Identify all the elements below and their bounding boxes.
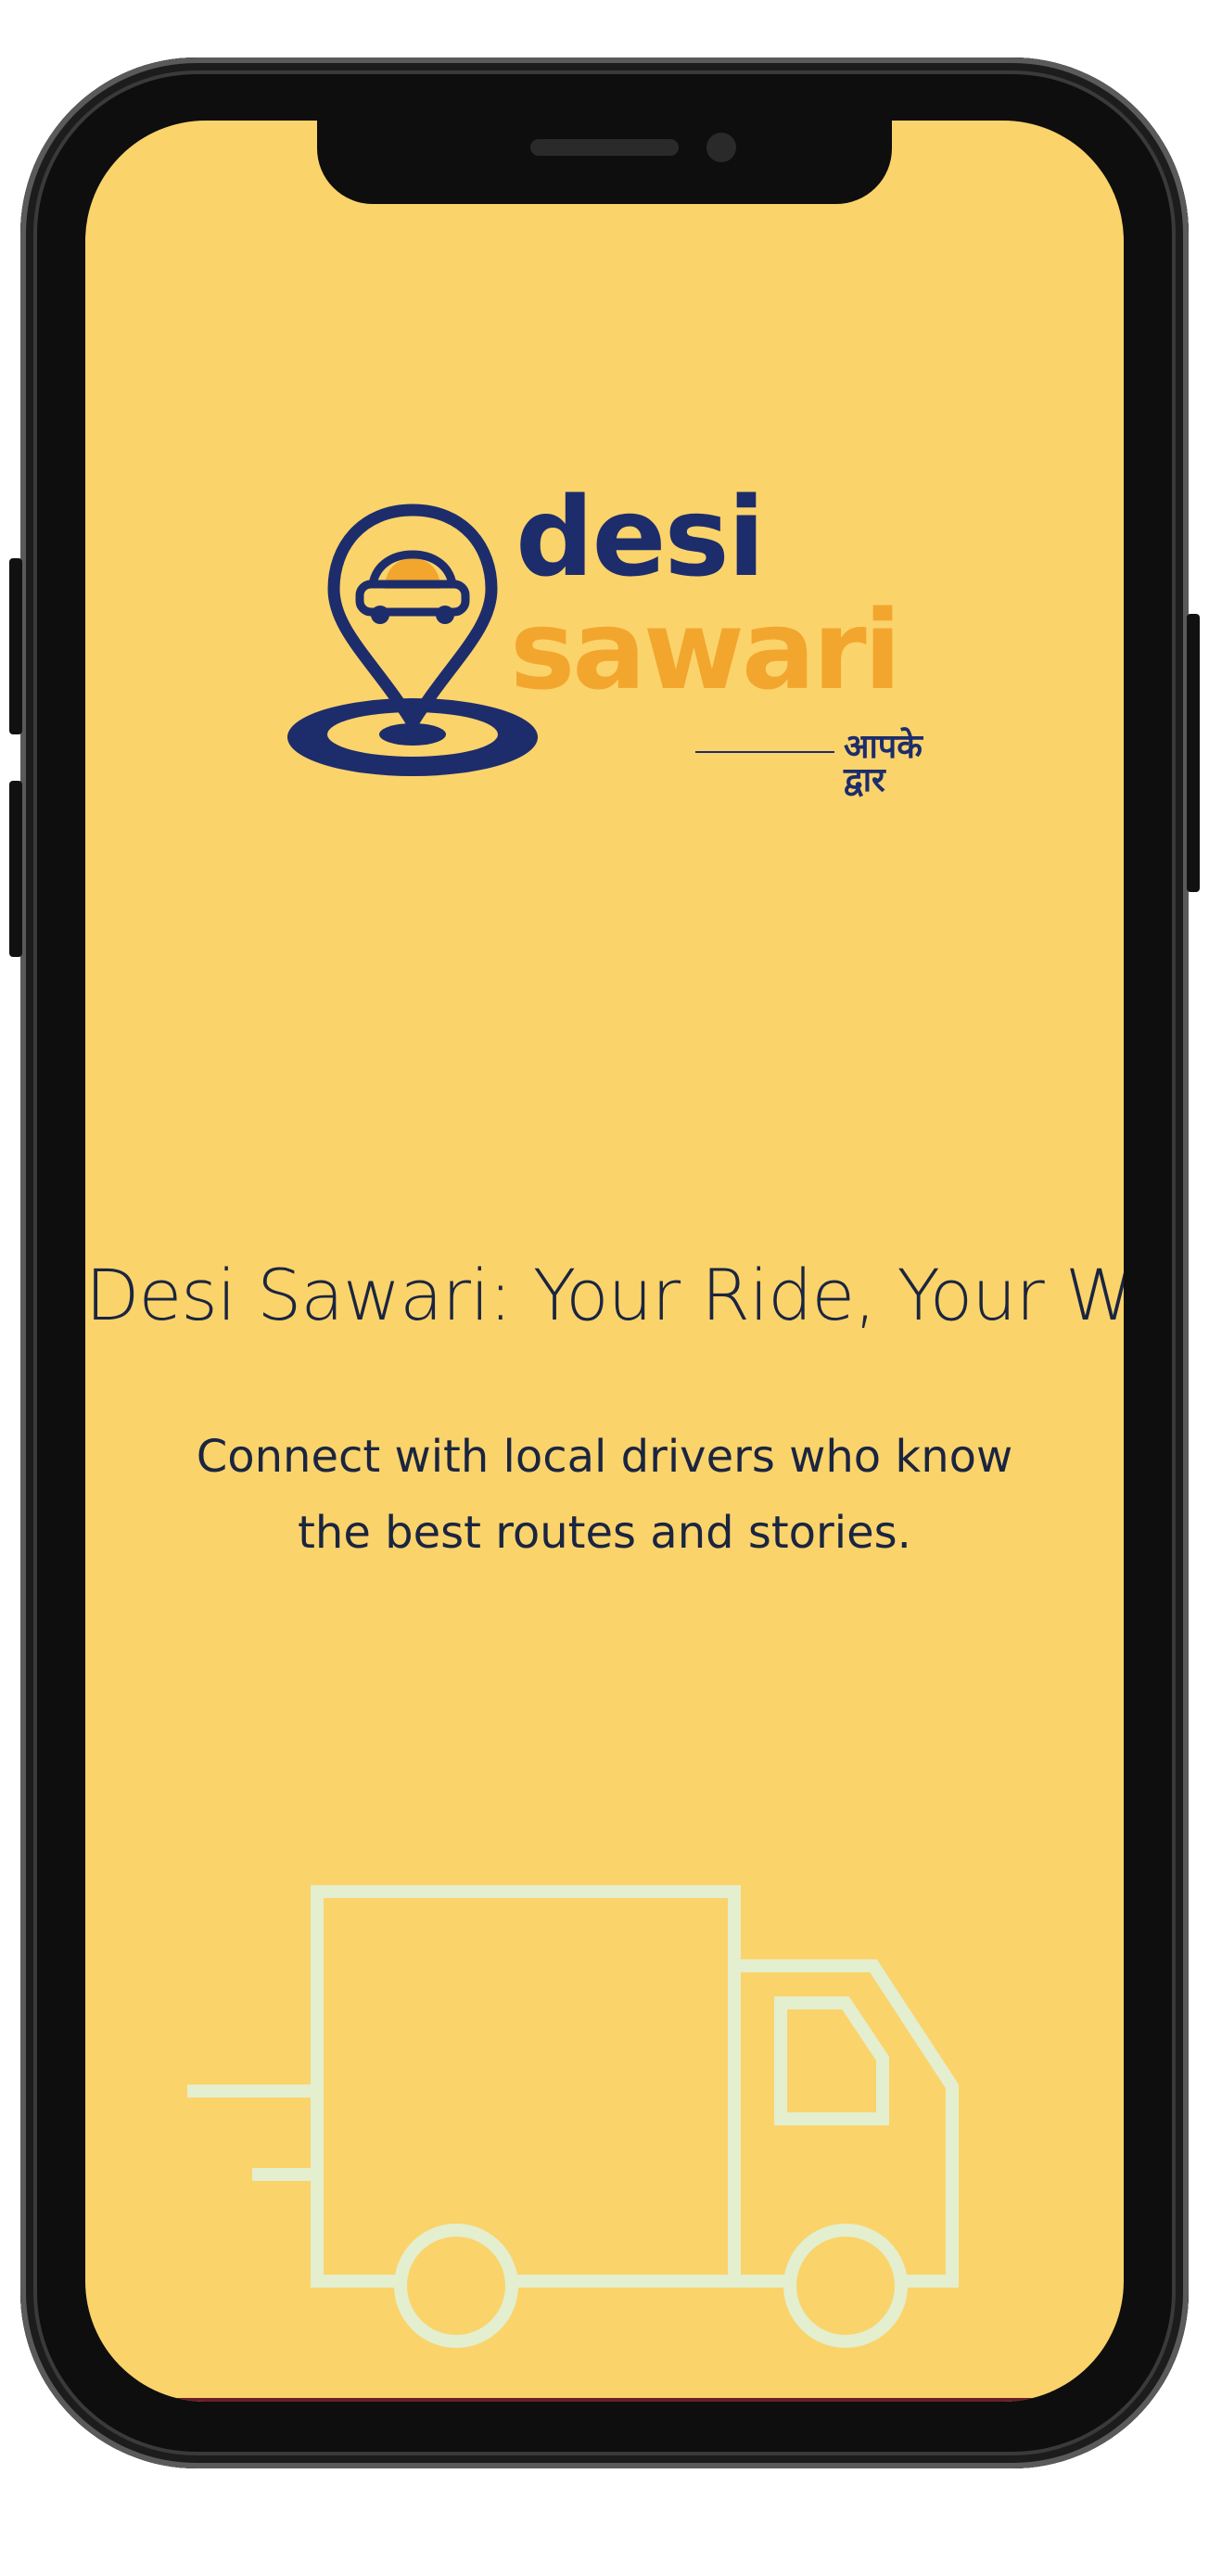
- speaker-grille: [530, 139, 679, 156]
- camera-icon: [706, 133, 736, 162]
- subtitle-line-1: Connect with local drivers who know: [196, 1431, 1013, 1483]
- volume-button: [9, 781, 22, 957]
- page-title: Desi Sawari: Your Ride, Your Way: [85, 1254, 1124, 1336]
- silent-switch: [9, 558, 22, 734]
- page-subtitle: Connect with local drivers who know the …: [187, 1419, 1022, 1571]
- logo-tagline: आपके द्वार: [844, 728, 923, 799]
- desi-sawari-logo: desi sawari आपके द्वार: [287, 482, 955, 799]
- phone-notch: [317, 121, 892, 204]
- logo-word-desi: desi: [515, 473, 765, 601]
- bottom-divider: [141, 2398, 1068, 2402]
- truck-icon: [187, 1885, 959, 2348]
- power-button: [1187, 614, 1200, 892]
- tagline-divider: [695, 751, 834, 753]
- logo-word-sawari: sawari: [510, 586, 901, 714]
- subtitle-line-2: the best routes and stories.: [298, 1507, 911, 1559]
- app-screen: desi sawari आपके द्वार Desi Sawari: Your…: [85, 121, 1124, 2402]
